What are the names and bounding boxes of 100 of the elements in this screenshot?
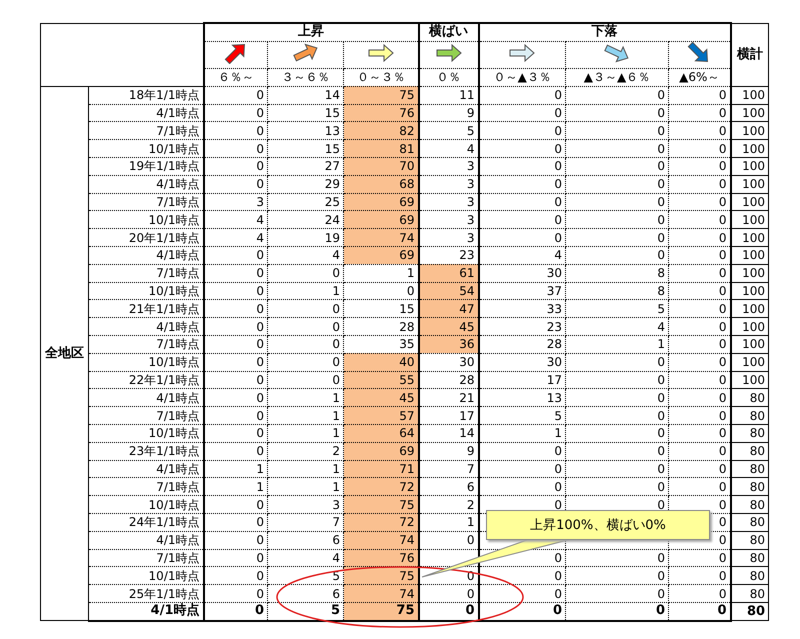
row-label: 23年1/1時点 bbox=[88, 442, 204, 460]
table-cell: 76 bbox=[344, 549, 419, 567]
table-cell: 0 bbox=[668, 478, 731, 496]
table-cell: 3 bbox=[418, 210, 479, 229]
table-cell: 75 bbox=[344, 602, 419, 621]
table-cell: 80 bbox=[730, 424, 769, 442]
table-cell: 0 bbox=[204, 335, 268, 354]
table-cell: 0 bbox=[668, 584, 731, 602]
row-label: 7/1時点 bbox=[88, 478, 204, 496]
table-cell: 0 bbox=[566, 246, 669, 264]
table-cell: 0 bbox=[478, 442, 566, 460]
table-cell: 37 bbox=[478, 282, 566, 300]
table-cell: 0 bbox=[566, 460, 669, 478]
table-cell: 0 bbox=[668, 566, 731, 585]
table-cell: 4 bbox=[418, 140, 479, 158]
table-cell: 0 bbox=[668, 424, 731, 442]
table-cell: 1 bbox=[204, 478, 268, 496]
table-cell: 0 bbox=[668, 140, 731, 158]
table-cell: 5 bbox=[566, 300, 669, 318]
table-cell: 82 bbox=[344, 122, 419, 140]
row-label: 4/1時点 bbox=[88, 460, 204, 478]
row-label: 18年1/1時点 bbox=[88, 86, 204, 104]
row-label: 10/1時点 bbox=[88, 566, 204, 585]
table-cell: 75 bbox=[344, 86, 419, 104]
table-cell: 0 bbox=[566, 104, 669, 122]
table-cell: 100 bbox=[730, 300, 769, 318]
row-label: 10/1時点 bbox=[88, 282, 204, 300]
column-header: ▲３～▲６％ bbox=[566, 68, 669, 86]
table-cell: 0 bbox=[668, 86, 731, 104]
row-label: 7/1時点 bbox=[88, 335, 204, 354]
table-cell: 0 bbox=[478, 104, 566, 122]
table-cell: 80 bbox=[730, 566, 769, 585]
table-cell: 0 bbox=[478, 86, 566, 104]
table-cell: 0 bbox=[566, 210, 669, 229]
arrow-icon bbox=[366, 42, 396, 64]
table-cell: 0 bbox=[204, 371, 268, 389]
row-label: 7/1時点 bbox=[88, 193, 204, 211]
arrow-icon bbox=[290, 42, 320, 64]
table-cell: 0 bbox=[478, 210, 566, 229]
table-cell: 0 bbox=[204, 496, 268, 514]
table-cell: 0 bbox=[204, 424, 268, 442]
table-cell: 0 bbox=[204, 388, 268, 407]
table-cell: 0 bbox=[668, 228, 731, 246]
table-cell: 74 bbox=[344, 228, 419, 246]
group-header: 下落 bbox=[478, 23, 731, 42]
table-cell: 0 bbox=[204, 282, 268, 300]
row-label: 22年1/1時点 bbox=[88, 371, 204, 389]
table-cell: 80 bbox=[730, 460, 769, 478]
row-label: 7/1時点 bbox=[88, 122, 204, 140]
table-cell: 80 bbox=[730, 584, 769, 602]
table-cell: 0 bbox=[478, 140, 566, 158]
table-cell: 1 bbox=[268, 282, 344, 300]
table-cell: 1 bbox=[566, 335, 669, 354]
table-cell: 100 bbox=[730, 122, 769, 140]
table-cell: 0 bbox=[566, 406, 669, 424]
table-cell: 81 bbox=[344, 140, 419, 158]
column-header: ▲6%～ bbox=[668, 68, 731, 86]
table-cell: 0 bbox=[204, 157, 268, 176]
row-label: 7/1時点 bbox=[88, 549, 204, 567]
table-cell: 4 bbox=[204, 228, 268, 246]
table-cell: 45 bbox=[344, 388, 419, 407]
table-cell: 30 bbox=[478, 353, 566, 372]
table-cell: 0 bbox=[204, 104, 268, 122]
table-cell: 80 bbox=[730, 442, 769, 460]
table-cell: 68 bbox=[344, 175, 419, 194]
table-cell: 0 bbox=[268, 300, 344, 318]
table-cell: 100 bbox=[730, 353, 769, 372]
row-label: 10/1時点 bbox=[88, 424, 204, 442]
table-cell: 4 bbox=[204, 210, 268, 229]
table-cell: 0 bbox=[668, 282, 731, 300]
table-cell: 0 bbox=[668, 318, 731, 336]
table-cell: 100 bbox=[730, 264, 769, 282]
table-cell: 0 bbox=[204, 86, 268, 104]
column-header: 横計 bbox=[730, 23, 769, 86]
table-cell: 0 bbox=[478, 460, 566, 478]
table-cell: 0 bbox=[566, 549, 669, 567]
table-cell: 23 bbox=[478, 318, 566, 336]
table-cell: 0 bbox=[418, 584, 479, 602]
table-cell: 100 bbox=[730, 335, 769, 354]
table-cell: 0 bbox=[566, 353, 669, 372]
table-cell: 0 bbox=[566, 157, 669, 176]
table-cell: 0 bbox=[668, 406, 731, 424]
table-cell: 3 bbox=[204, 193, 268, 211]
arrow-icon bbox=[507, 42, 538, 64]
table-cell: 55 bbox=[344, 371, 419, 389]
table-cell: 0 bbox=[204, 175, 268, 194]
table-cell: 100 bbox=[730, 157, 769, 176]
table-cell: 0 bbox=[204, 318, 268, 336]
table-cell: 0 bbox=[668, 300, 731, 318]
table-cell: 0 bbox=[268, 264, 344, 282]
table-cell: 100 bbox=[730, 228, 769, 246]
table-cell: 100 bbox=[730, 175, 769, 194]
table-cell: 0 bbox=[204, 602, 268, 621]
row-label: 4/1時点 bbox=[88, 318, 204, 336]
table-cell: 69 bbox=[344, 193, 419, 211]
table-cell: 72 bbox=[344, 513, 419, 532]
table-cell: 0 bbox=[478, 157, 566, 176]
table-cell: 0 bbox=[478, 478, 566, 496]
table-cell: 0 bbox=[668, 210, 731, 229]
table-cell: 17 bbox=[418, 406, 479, 424]
